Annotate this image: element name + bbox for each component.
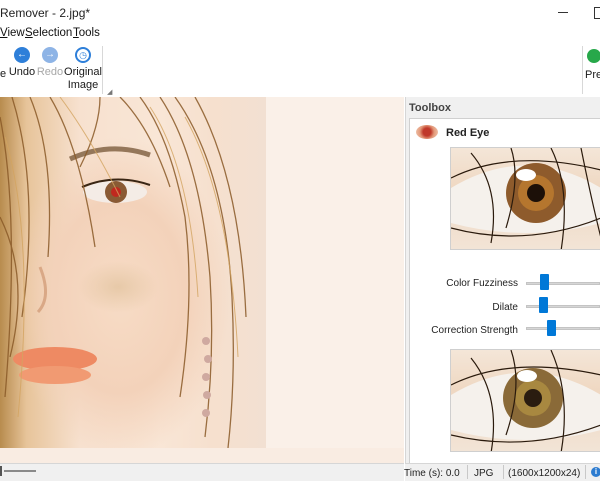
window-title: Remover - 2.jpg* bbox=[0, 6, 91, 20]
menu-view[interactable]: View bbox=[0, 27, 25, 39]
red-eye-tool-label[interactable]: Red Eye bbox=[446, 127, 489, 139]
dilate-slider-track[interactable] bbox=[526, 305, 600, 308]
status-dimensions: (1600x1200x24) bbox=[508, 468, 581, 479]
preview-label: Pre bbox=[585, 69, 600, 81]
canvas-background bbox=[266, 97, 404, 448]
original-image-button[interactable]: ◷ Original Image bbox=[62, 44, 104, 92]
correction-strength-label: Correction Strength bbox=[431, 325, 518, 336]
status-format: JPG bbox=[474, 468, 494, 479]
red-eye-preview-after bbox=[450, 349, 600, 452]
status-bar-left bbox=[0, 463, 404, 481]
info-icon[interactable]: i bbox=[591, 467, 600, 477]
preview-icon bbox=[587, 49, 600, 63]
color-fuzziness-slider-track[interactable] bbox=[526, 282, 600, 285]
ribbon-separator-right bbox=[582, 46, 583, 94]
zoom-slider-track[interactable] bbox=[4, 470, 36, 472]
correction-strength-slider-track[interactable] bbox=[526, 327, 600, 330]
undo-arrow-icon: ← bbox=[14, 47, 30, 63]
maximize-button[interactable] bbox=[594, 7, 600, 19]
ribbon: e ← Undo → Redo ◷ Original Image bbox=[0, 44, 600, 96]
photo-image bbox=[0, 97, 266, 448]
undo-label: Undo bbox=[8, 66, 36, 78]
status-separator bbox=[503, 465, 504, 479]
toolbox-title: Toolbox bbox=[409, 102, 451, 114]
red-eye-preview-before bbox=[450, 147, 600, 250]
undo-button[interactable]: ← Undo bbox=[8, 44, 36, 79]
original-image-label-line2: Image bbox=[67, 79, 99, 91]
redo-button[interactable]: → Redo bbox=[36, 44, 64, 79]
minimize-button[interactable] bbox=[558, 12, 568, 13]
ribbon-partial-button[interactable]: e bbox=[0, 68, 8, 81]
ribbon-group-expander-icon[interactable]: ◢ bbox=[107, 88, 112, 96]
ribbon-separator bbox=[102, 46, 103, 94]
original-image-label-line1: Original bbox=[64, 66, 102, 78]
image-canvas[interactable] bbox=[0, 97, 404, 463]
red-eye-icon bbox=[416, 125, 438, 139]
redo-arrow-icon: → bbox=[42, 47, 58, 63]
menu-tools[interactable]: Tools bbox=[73, 27, 100, 39]
menu-selection[interactable]: Selection bbox=[25, 27, 72, 39]
color-fuzziness-slider[interactable] bbox=[539, 274, 549, 290]
dilate-slider[interactable] bbox=[538, 297, 548, 313]
preview-button[interactable]: Pre bbox=[585, 46, 600, 81]
status-separator bbox=[467, 465, 468, 479]
color-fuzziness-label: Color Fuzziness bbox=[446, 278, 518, 289]
dilate-label: Dilate bbox=[492, 302, 518, 313]
zoom-slider-thumb[interactable] bbox=[0, 466, 2, 476]
redo-label: Redo bbox=[36, 66, 64, 78]
history-icon: ◷ bbox=[75, 47, 91, 63]
menu-bar: View Selection Tools bbox=[0, 27, 600, 43]
status-separator bbox=[585, 465, 586, 479]
correction-strength-slider[interactable] bbox=[546, 320, 556, 336]
status-time: Time (s): 0.0 bbox=[404, 468, 460, 479]
